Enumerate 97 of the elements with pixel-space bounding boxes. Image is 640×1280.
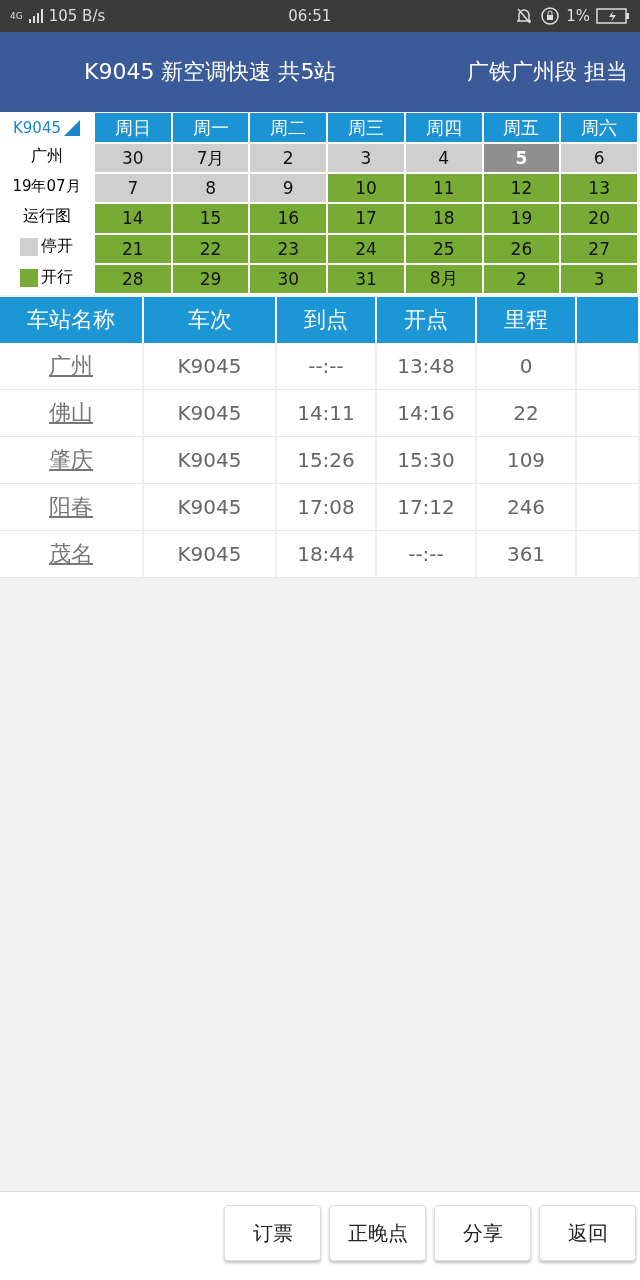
calendar-day: 7月	[172, 144, 249, 173]
weekday-header: 周四	[405, 113, 482, 142]
table-cell: 22	[477, 390, 577, 437]
table-cell: 17:08	[277, 484, 377, 531]
calendar-day: 27	[561, 234, 637, 263]
month-label: 19年07月	[12, 177, 81, 197]
calendar-day: 19	[483, 204, 560, 233]
action-button[interactable]: 分享	[434, 1205, 531, 1261]
calendar-day: 17	[328, 204, 404, 233]
calendar-day: 20	[561, 204, 637, 233]
table-cell	[577, 343, 640, 390]
calendar-day: 3	[328, 144, 404, 173]
column-header: 开点	[377, 297, 477, 343]
column-header: 车次	[144, 297, 277, 343]
table-cell: K9045	[144, 531, 277, 578]
table-cell: --:--	[377, 531, 477, 578]
calendar-day: 5	[483, 144, 560, 173]
column-header: 车站名称	[0, 297, 144, 343]
operator-label: 广铁广州段 担当	[467, 58, 628, 86]
table-cell: --:--	[277, 343, 377, 390]
table-cell: 361	[477, 531, 577, 578]
weekday-header: 周日	[95, 113, 171, 142]
train-title: K9045 新空调快速 共5站	[84, 58, 337, 86]
legend-label: 停开	[41, 236, 73, 258]
train-number: K9045	[13, 118, 61, 137]
weekday-header: 周五	[483, 113, 560, 142]
table-cell: K9045	[144, 390, 277, 437]
calendar-day: 30	[250, 264, 327, 293]
clock: 06:51	[288, 7, 332, 25]
table-cell	[577, 437, 640, 484]
weekday-header: 周三	[328, 113, 404, 142]
calendar-day: 10	[328, 174, 404, 203]
chart-caption: 运行图	[22, 205, 71, 227]
station-link[interactable]: 肇庆	[49, 445, 93, 475]
table-cell: 14:11	[277, 390, 377, 437]
corner-triangle-icon	[64, 119, 80, 136]
network-speed: 105 B/s	[48, 7, 106, 25]
calendar-day: 28	[95, 264, 171, 293]
calendar-day: 2	[250, 144, 327, 173]
table-cell: 246	[477, 484, 577, 531]
calendar-day: 12	[483, 174, 560, 203]
calendar-day: 26	[483, 234, 560, 263]
column-header: 里程	[477, 297, 577, 343]
calendar-day: 8	[172, 174, 249, 203]
calendar-day: 25	[405, 234, 482, 263]
calendar-day: 24	[328, 234, 404, 263]
table-cell: 15:30	[377, 437, 477, 484]
calendar-day: 23	[250, 234, 327, 263]
calendar-day: 22	[172, 234, 249, 263]
calendar-day: 8月	[405, 264, 482, 293]
legend-label: 开行	[41, 267, 73, 289]
calendar-day: 18	[405, 204, 482, 233]
battery-percent: 1%	[566, 7, 590, 25]
calendar-day: 6	[561, 144, 637, 173]
weekday-header: 周六	[561, 113, 637, 142]
network-label: 4G	[10, 11, 23, 21]
battery-icon	[596, 8, 630, 24]
station-link[interactable]: 广州	[49, 351, 93, 381]
station-link[interactable]: 茂名	[49, 539, 93, 569]
table-cell: 18:44	[277, 531, 377, 578]
table-cell: 14:16	[377, 390, 477, 437]
table-cell	[577, 390, 640, 437]
calendar-day: 14	[95, 204, 171, 233]
table-cell: 15:26	[277, 437, 377, 484]
calendar-day: 3	[561, 264, 637, 293]
table-cell: K9045	[144, 484, 277, 531]
calendar-day: 29	[172, 264, 249, 293]
table-cell: 17:12	[377, 484, 477, 531]
table-cell	[577, 484, 640, 531]
action-button[interactable]: 正晚点	[329, 1205, 426, 1261]
table-cell: 109	[477, 437, 577, 484]
weekday-header: 周二	[250, 113, 327, 142]
calendar-day: 13	[561, 174, 637, 203]
column-header: 到点	[277, 297, 377, 343]
calendar-day: 9	[250, 174, 327, 203]
station-link[interactable]: 阳春	[49, 492, 93, 522]
weekday-header: 周一	[172, 113, 249, 142]
calendar-day: 15	[172, 204, 249, 233]
calendar-day: 7	[95, 174, 171, 203]
station-link[interactable]: 佛山	[49, 398, 93, 428]
table-cell: 13:48	[377, 343, 477, 390]
rotation-lock-icon	[540, 6, 561, 26]
table-cell: 0	[477, 343, 577, 390]
action-button[interactable]: 返回	[539, 1205, 636, 1261]
action-button[interactable]: 订票	[224, 1205, 321, 1261]
calendar-day: 2	[483, 264, 560, 293]
station-label: 广州	[30, 146, 63, 168]
table-cell: K9045	[144, 437, 277, 484]
calendar-day: 4	[405, 144, 482, 173]
calendar-day: 21	[95, 234, 171, 263]
calendar-day: 31	[328, 264, 404, 293]
signal-icon	[28, 9, 43, 23]
calendar-day: 16	[250, 204, 327, 233]
column-header	[577, 297, 640, 343]
calendar-day: 30	[95, 144, 171, 173]
table-cell: K9045	[144, 343, 277, 390]
calendar-day: 11	[405, 174, 482, 203]
